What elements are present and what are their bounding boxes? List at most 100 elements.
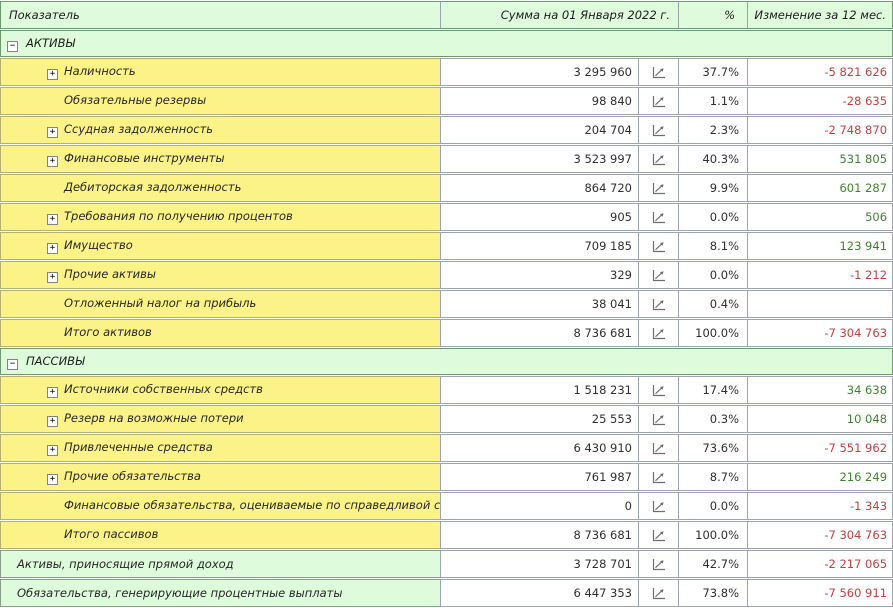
amount-cell: 25 553 (440, 405, 638, 433)
expand-icon[interactable]: + (47, 214, 58, 225)
amount-cell: 1 518 231 (440, 376, 638, 404)
expand-icon[interactable]: + (47, 243, 58, 254)
table-row: +Отложенный налог на прибыль38 0410.4% (0, 290, 893, 318)
percent-cell: 2.3% (678, 116, 747, 144)
row-label: Ссудная задолженность (64, 122, 213, 136)
table-row: +Источники собственных средств1 518 2311… (0, 376, 893, 404)
chart-cell[interactable] (638, 319, 678, 347)
chart-icon[interactable] (651, 94, 666, 108)
chart-icon[interactable] (651, 528, 666, 542)
table-row: +Ссудная задолженность204 7042.3%-2 748 … (0, 116, 893, 144)
change-cell: -2 217 065 (747, 550, 893, 578)
amount-cell: 6 447 353 (440, 579, 638, 607)
percent-cell: 8.7% (678, 463, 747, 491)
expand-icon[interactable]: + (47, 474, 58, 485)
percent-cell: 0.0% (678, 203, 747, 231)
table-row: +Прочие активы3290.0%-1 212 (0, 261, 893, 289)
chart-cell[interactable] (638, 87, 678, 115)
change-cell: -1 212 (747, 261, 893, 289)
chart-cell[interactable] (638, 492, 678, 520)
table-row: +Обязательные резервы98 8401.1%-28 635 (0, 87, 893, 115)
amount-cell: 3 523 997 (440, 145, 638, 173)
expand-icon[interactable]: + (47, 387, 58, 398)
chart-icon[interactable] (651, 557, 666, 571)
chart-cell[interactable] (638, 290, 678, 318)
chart-cell[interactable] (638, 58, 678, 86)
row-label: Имущество (64, 238, 133, 252)
chart-icon[interactable] (651, 181, 666, 195)
chart-cell[interactable] (638, 174, 678, 202)
amount-cell: 761 987 (440, 463, 638, 491)
row-label: Итого пассивов (64, 527, 158, 541)
indicator-cell: +Дебиторская задолженность (0, 174, 440, 202)
indicator-cell: Активы, приносящие прямой доход (0, 550, 440, 578)
chart-cell[interactable] (638, 116, 678, 144)
expand-icon[interactable]: + (47, 69, 58, 80)
table-row: +Прочие обязательства761 9878.7%216 249 (0, 463, 893, 491)
row-label: Обязательные резервы (64, 93, 206, 107)
row-label: Активы, приносящие прямой доход (17, 557, 234, 571)
change-cell: -7 551 962 (747, 434, 893, 462)
chart-icon[interactable] (651, 152, 666, 166)
collapse-icon[interactable]: − (7, 41, 18, 52)
chart-cell[interactable] (638, 203, 678, 231)
chart-cell[interactable] (638, 550, 678, 578)
expand-icon[interactable]: + (47, 272, 58, 283)
row-label: Финансовые инструменты (64, 151, 225, 165)
amount-cell: 38 041 (440, 290, 638, 318)
chart-cell[interactable] (638, 521, 678, 549)
chart-cell[interactable] (638, 261, 678, 289)
chart-cell[interactable] (638, 232, 678, 260)
chart-icon[interactable] (651, 383, 666, 397)
indicator-cell: + Финансовые инструменты (0, 145, 440, 173)
expand-icon[interactable]: + (47, 156, 58, 167)
percent-cell: 100.0% (678, 319, 747, 347)
amount-cell: 6 430 910 (440, 434, 638, 462)
chart-cell[interactable] (638, 405, 678, 433)
amount-cell: 204 704 (440, 116, 638, 144)
chart-cell[interactable] (638, 145, 678, 173)
table-row: +Наличность3 295 96037.7%-5 821 626 (0, 58, 893, 86)
table-row: +Требования по получению процентов905 0.0… (0, 203, 893, 231)
chart-icon[interactable] (651, 586, 666, 600)
chart-icon[interactable] (651, 412, 666, 426)
amount-cell: 864 720 (440, 174, 638, 202)
section-cell: −ПАССИВЫ (0, 348, 893, 375)
chart-icon[interactable] (651, 499, 666, 513)
change-cell: -7 304 763 (747, 521, 893, 549)
change-cell: -7 304 763 (747, 319, 893, 347)
header-row: Показатель Сумма на 01 Января 2022 г. % … (0, 1, 893, 29)
percent-cell: 73.6% (678, 434, 747, 462)
indicator-cell: +Требования по получению процентов (0, 203, 440, 231)
percent-cell: 0.4% (678, 290, 747, 318)
percent-cell: 0.0% (678, 261, 747, 289)
chart-icon[interactable] (651, 268, 666, 282)
chart-cell[interactable] (638, 376, 678, 404)
change-cell: 34 638 (747, 376, 893, 404)
chart-cell[interactable] (638, 463, 678, 491)
indicator-cell: +Прочие активы (0, 261, 440, 289)
chart-icon[interactable] (651, 326, 666, 340)
amount-cell: 905 (440, 203, 638, 231)
row-label: Обязательства, генерирующие процентные в… (17, 586, 342, 600)
chart-icon[interactable] (651, 65, 666, 79)
expand-icon[interactable]: + (47, 445, 58, 456)
row-label: Наличность (64, 64, 136, 78)
chart-icon[interactable] (651, 297, 666, 311)
row-label: Дебиторская задолженность (64, 180, 241, 194)
chart-icon[interactable] (651, 123, 666, 137)
chart-icon[interactable] (651, 239, 666, 253)
expand-icon[interactable]: + (47, 127, 58, 138)
collapse-icon[interactable]: − (7, 359, 18, 370)
chart-cell[interactable] (638, 579, 678, 607)
table-row: +Финансовые инструменты3 523 99740.3%531… (0, 145, 893, 173)
section-cell: −АКТИВЫ (0, 30, 893, 57)
chart-cell[interactable] (638, 434, 678, 462)
amount-cell: 0 (440, 492, 638, 520)
change-cell: -28 635 (747, 87, 893, 115)
chart-icon[interactable] (651, 470, 666, 484)
expand-icon[interactable]: + (47, 416, 58, 427)
row-label: Привлеченные средства (64, 440, 213, 454)
chart-icon[interactable] (651, 441, 666, 455)
chart-icon[interactable] (651, 210, 666, 224)
